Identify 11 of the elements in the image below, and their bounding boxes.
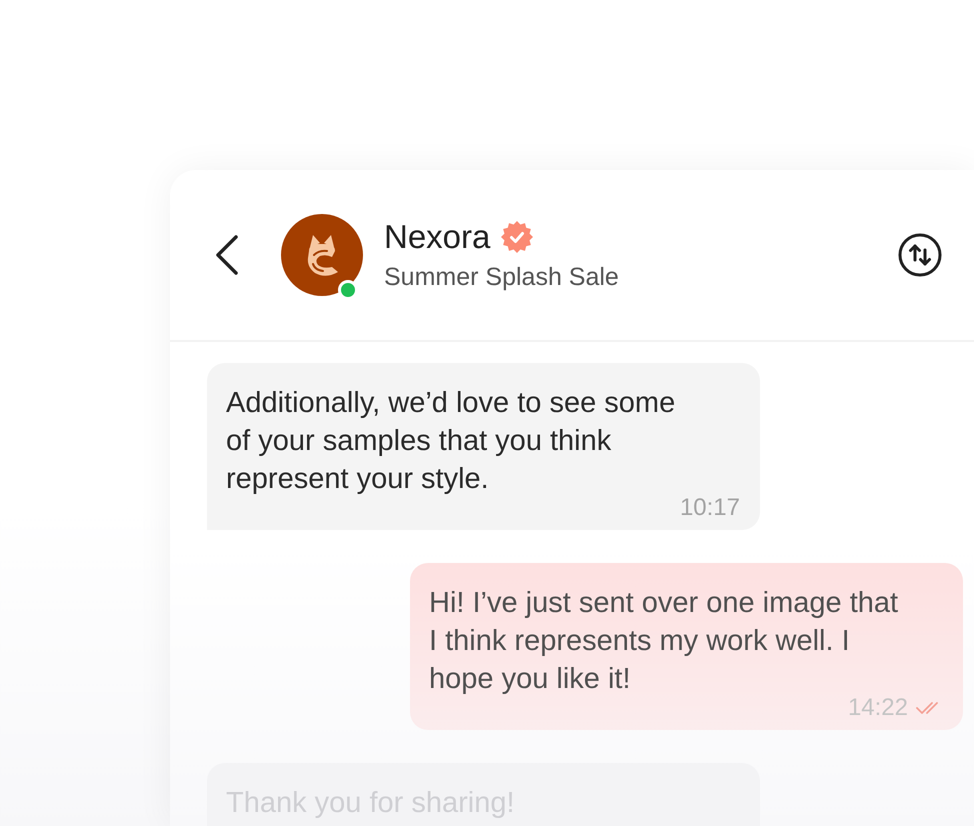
swap-arrows-icon <box>898 233 942 277</box>
back-button[interactable] <box>215 235 239 275</box>
message-text: Additionally, we’d love to see some of your samples that you think represent your style. <box>226 386 676 497</box>
contact-name: Nexora <box>384 218 490 256</box>
contact-subtitle: Summer Splash Sale <box>384 262 619 292</box>
message-text: Hi! I’ve just sent over one image that I think represents my work well. I hope you like it! <box>429 586 900 697</box>
message-time: 14:22 <box>848 699 908 717</box>
swap-button[interactable] <box>898 233 942 277</box>
chevron-left-icon <box>215 235 239 275</box>
fox-logo-icon <box>305 234 339 276</box>
message-time: 10:17 <box>680 499 740 517</box>
